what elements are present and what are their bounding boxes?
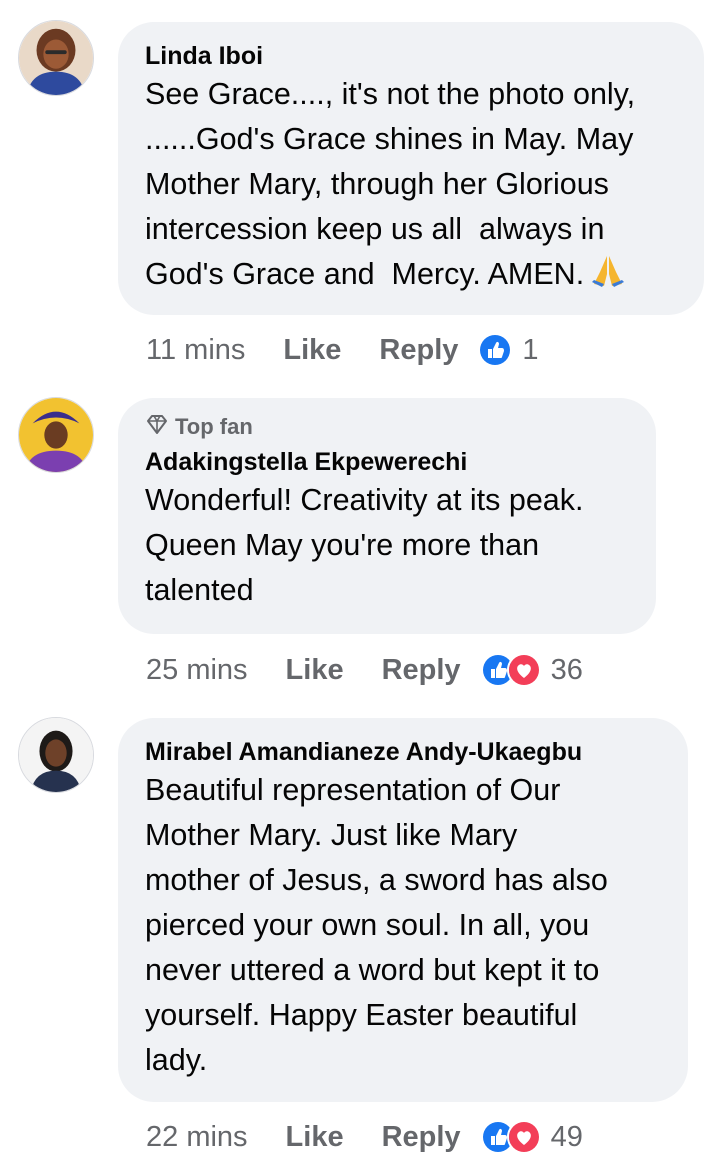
reply-button[interactable]: Reply	[379, 334, 458, 367]
reaction-summary[interactable]: 49	[480, 1120, 583, 1154]
avatar[interactable]	[18, 397, 94, 473]
author-name[interactable]: Mirabel Amandianeze Andy-Ukaegbu	[145, 736, 662, 768]
comment-text: See Grace...., it's not the photo only, …	[145, 72, 678, 301]
reaction-count: 49	[550, 1120, 583, 1153]
comment-bubble: Mirabel Amandianeze Andy-Ukaegbu Beautif…	[118, 718, 688, 1102]
comment-actions: 22 mins Like Reply 49	[146, 1115, 583, 1159]
love-reaction-icon	[506, 653, 541, 687]
praying-hands-icon	[590, 254, 626, 301]
badge-label: Top fan	[175, 414, 253, 439]
comment-text: Beautiful representation of Our Mother M…	[145, 773, 608, 1077]
timestamp[interactable]: 22 mins	[146, 1121, 248, 1154]
reaction-summary[interactable]: 36	[480, 653, 583, 687]
reaction-count: 1	[522, 333, 539, 366]
like-button[interactable]: Like	[286, 654, 344, 687]
comment-text: Wonderful! Creativity at its peak. Queen…	[145, 483, 584, 607]
comment-bubble: Top fan Adakingstella Ekpewerechi Wonder…	[118, 398, 656, 634]
timestamp[interactable]: 25 mins	[146, 654, 248, 687]
like-button[interactable]: Like	[286, 1121, 344, 1154]
reply-button[interactable]: Reply	[382, 1121, 461, 1154]
reaction-count: 36	[550, 653, 583, 686]
avatar[interactable]	[18, 717, 94, 793]
reaction-summary[interactable]: 1	[478, 333, 539, 367]
avatar[interactable]	[18, 20, 94, 96]
diamond-icon	[145, 412, 169, 442]
like-reaction-icon	[478, 333, 513, 367]
like-button[interactable]: Like	[283, 334, 341, 367]
love-reaction-icon	[506, 1120, 541, 1154]
timestamp[interactable]: 11 mins	[146, 334, 245, 367]
comment-bubble: Linda Iboi See Grace...., it's not the p…	[118, 22, 704, 315]
comment-actions: 25 mins Like Reply 36	[146, 648, 583, 692]
author-name[interactable]: Adakingstella Ekpewerechi	[145, 446, 630, 478]
author-name[interactable]: Linda Iboi	[145, 40, 678, 72]
reply-button[interactable]: Reply	[382, 654, 461, 687]
top-fan-badge[interactable]: Top fan	[145, 412, 630, 442]
comment-actions: 11 mins Like Reply 1	[146, 328, 539, 372]
